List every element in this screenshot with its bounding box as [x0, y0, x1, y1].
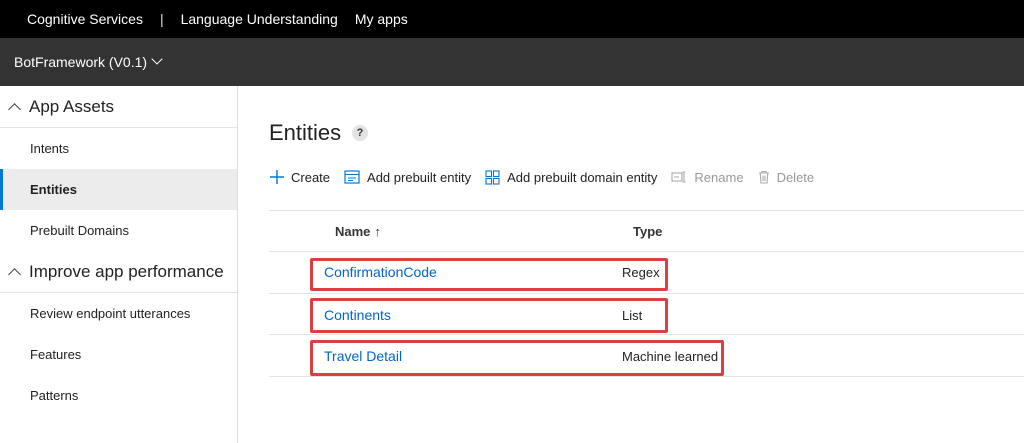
section-improve-app-performance[interactable]: Improve app performance	[0, 251, 237, 293]
add-prebuilt-domain-entity-button[interactable]: Add prebuilt domain entity	[485, 170, 657, 185]
domain-grid-icon	[485, 169, 500, 185]
my-apps-link[interactable]: My apps	[355, 11, 408, 27]
rename-label: Rename	[694, 169, 744, 185]
chevron-up-icon	[8, 103, 21, 116]
nav-separator: |	[159, 11, 164, 27]
highlight-box	[310, 258, 668, 291]
divider	[269, 251, 1024, 252]
language-understanding-link[interactable]: Language Understanding	[181, 11, 338, 27]
sidebar-item-entities[interactable]: Entities	[0, 169, 237, 210]
cognitive-services-link[interactable]: Cognitive Services	[27, 11, 143, 27]
delete-label: Delete	[776, 169, 815, 185]
highlight-box	[310, 298, 668, 333]
delete-button[interactable]: Delete	[758, 169, 815, 185]
section-title: App Assets	[29, 96, 115, 116]
create-button[interactable]: Create	[270, 170, 330, 185]
column-header-name[interactable]: Name ↑	[335, 224, 381, 239]
add-prebuilt-entity-label: Add prebuilt entity	[367, 169, 472, 185]
sidebar: App Assets Intents Entities Prebuilt Dom…	[0, 86, 238, 443]
divider	[269, 210, 1024, 211]
divider	[269, 334, 1024, 335]
prebuilt-entity-icon	[344, 170, 360, 184]
sidebar-item-intents[interactable]: Intents	[0, 128, 237, 169]
divider	[269, 376, 1024, 377]
sort-ascending-icon: ↑	[374, 224, 381, 239]
create-label: Create	[291, 169, 331, 185]
chevron-down-icon	[151, 53, 163, 65]
sidebar-item-patterns[interactable]: Patterns	[0, 375, 237, 416]
trash-icon	[758, 170, 769, 184]
section-app-assets[interactable]: App Assets	[0, 86, 237, 128]
top-nav-bar: Cognitive Services | Language Understand…	[0, 0, 1024, 38]
help-icon[interactable]: ?	[352, 125, 368, 141]
toolbar: Create Add prebuilt entity Add prebuilt …	[270, 166, 828, 188]
add-prebuilt-entity-button[interactable]: Add prebuilt entity	[344, 170, 471, 185]
app-selector[interactable]: BotFramework (V0.1)	[14, 53, 163, 70]
rename-button[interactable]: Rename	[671, 169, 744, 185]
column-header-type[interactable]: Type	[633, 224, 662, 239]
divider	[269, 293, 1024, 294]
sidebar-item-review-endpoint-utterances[interactable]: Review endpoint utterances	[0, 293, 237, 334]
add-prebuilt-domain-entity-label: Add prebuilt domain entity	[507, 169, 658, 185]
section-title: Improve app performance	[29, 261, 224, 281]
sidebar-item-prebuilt-domains[interactable]: Prebuilt Domains	[0, 210, 237, 251]
highlight-box	[310, 340, 724, 376]
app-name: BotFramework (V0.1)	[14, 54, 148, 70]
sidebar-item-features[interactable]: Features	[0, 334, 237, 375]
main-content: Entities ? Create Add prebuilt entity Ad…	[238, 86, 1024, 443]
app-bar: BotFramework (V0.1)	[0, 38, 1024, 86]
column-name-label: Name	[335, 224, 371, 239]
rename-icon	[671, 171, 686, 183]
chevron-up-icon	[8, 268, 21, 281]
plus-icon	[270, 170, 284, 184]
page-title: Entities	[269, 120, 342, 145]
